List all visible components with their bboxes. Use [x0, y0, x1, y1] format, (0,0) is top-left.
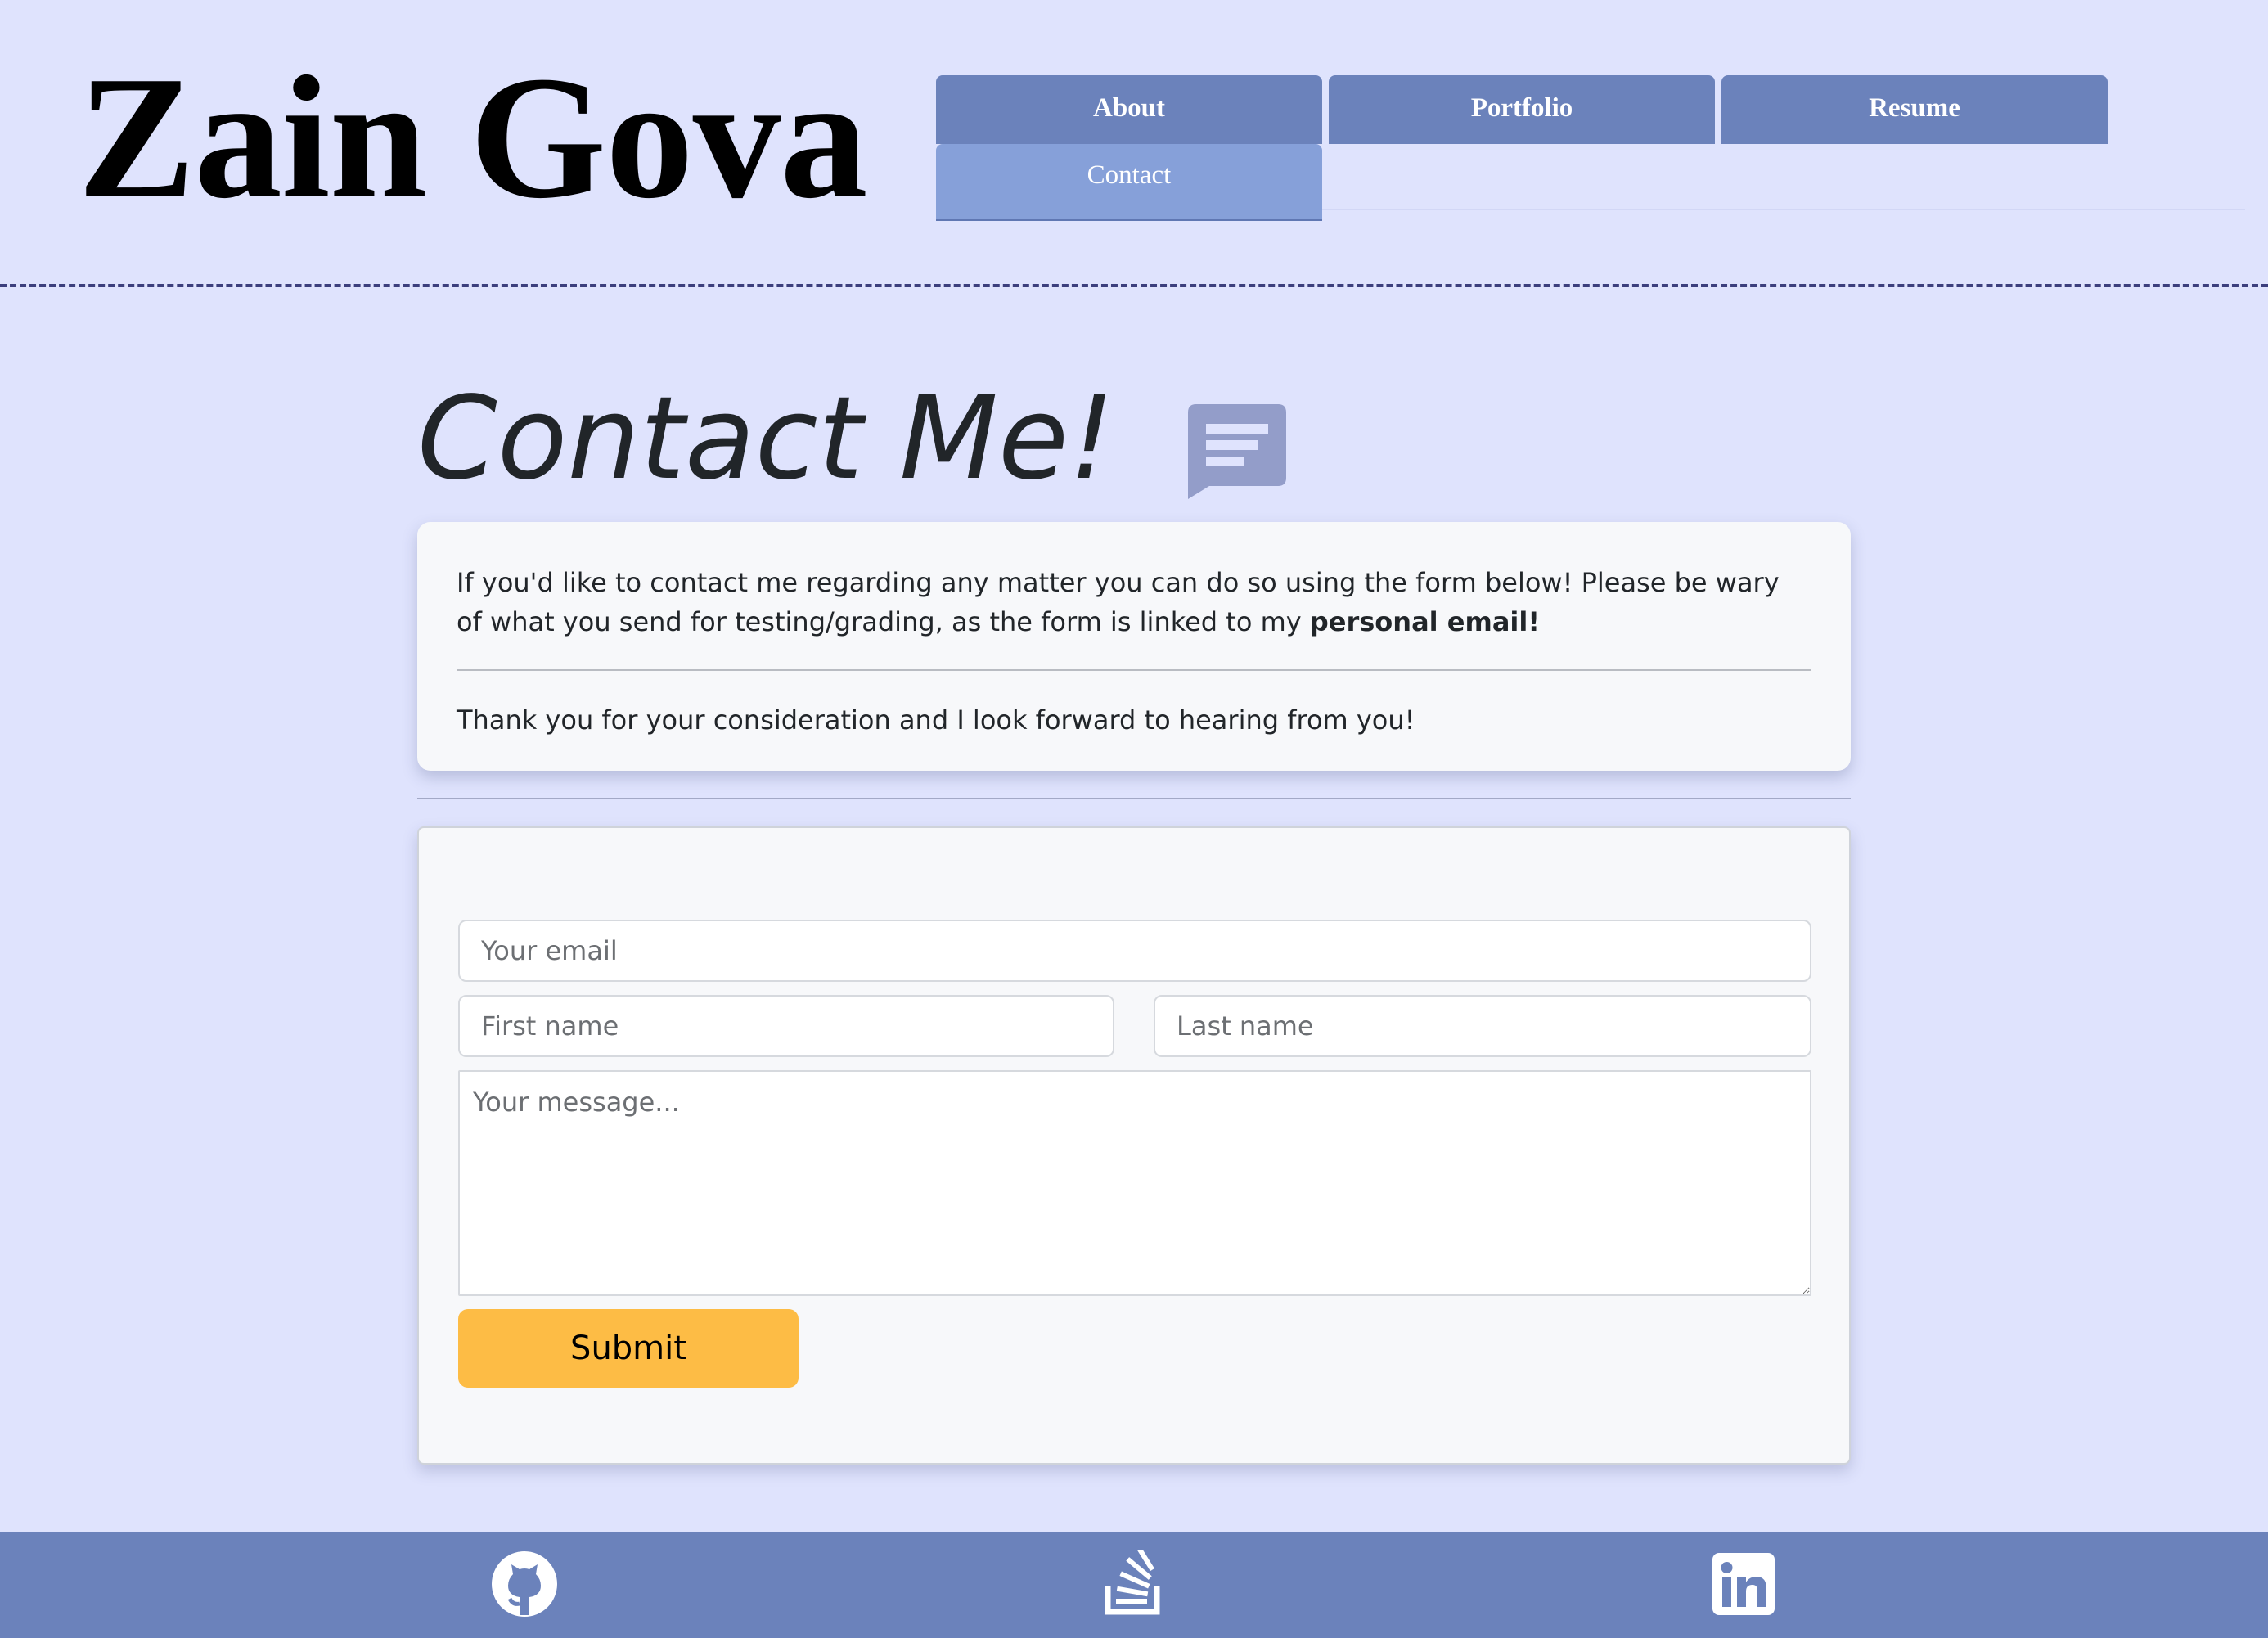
- message-field[interactable]: [458, 1070, 1811, 1296]
- nav-tab-label: Contact: [1087, 160, 1172, 190]
- nav-tab-resume[interactable]: Resume: [1721, 75, 2108, 144]
- linkedin-icon[interactable]: [1709, 1550, 1778, 1618]
- section-divider: [417, 798, 1851, 799]
- intro-card: If you'd like to contact me regarding an…: [417, 522, 1851, 771]
- intro-text: If you'd like to contact me regarding an…: [457, 563, 1811, 641]
- thanks-text: Thank you for your consideration and I l…: [457, 704, 1415, 736]
- intro-text-main: If you'd like to contact me regarding an…: [457, 567, 1780, 637]
- nav-tab-label: About: [1092, 93, 1166, 123]
- email-field[interactable]: [458, 920, 1811, 982]
- nav-tab-about[interactable]: About: [936, 75, 1322, 144]
- nav-tab-label: Resume: [1869, 93, 1960, 123]
- footer: [0, 1532, 2268, 1638]
- page-title: Contact Me!: [417, 372, 1115, 506]
- first-name-field[interactable]: [458, 995, 1114, 1057]
- submit-button[interactable]: Submit: [458, 1309, 799, 1388]
- intro-text-bold: personal email!: [1309, 606, 1540, 637]
- nav-tab-contact[interactable]: Contact: [936, 144, 1322, 221]
- chat-message-icon: [1188, 404, 1286, 499]
- intro-divider: [457, 669, 1811, 671]
- nav-tab-label: Portfolio: [1470, 93, 1573, 123]
- nav-tab-portfolio[interactable]: Portfolio: [1329, 75, 1715, 144]
- site-title: Zain Gova: [78, 39, 868, 235]
- main-nav: About Portfolio Resume Contact: [936, 75, 2245, 231]
- github-icon[interactable]: [490, 1550, 559, 1618]
- header-divider: [0, 284, 2268, 287]
- stackoverflow-icon[interactable]: [1100, 1550, 1168, 1618]
- contact-form: Submit: [417, 826, 1851, 1465]
- nav-baseline: [1322, 209, 2245, 210]
- last-name-field[interactable]: [1154, 995, 1811, 1057]
